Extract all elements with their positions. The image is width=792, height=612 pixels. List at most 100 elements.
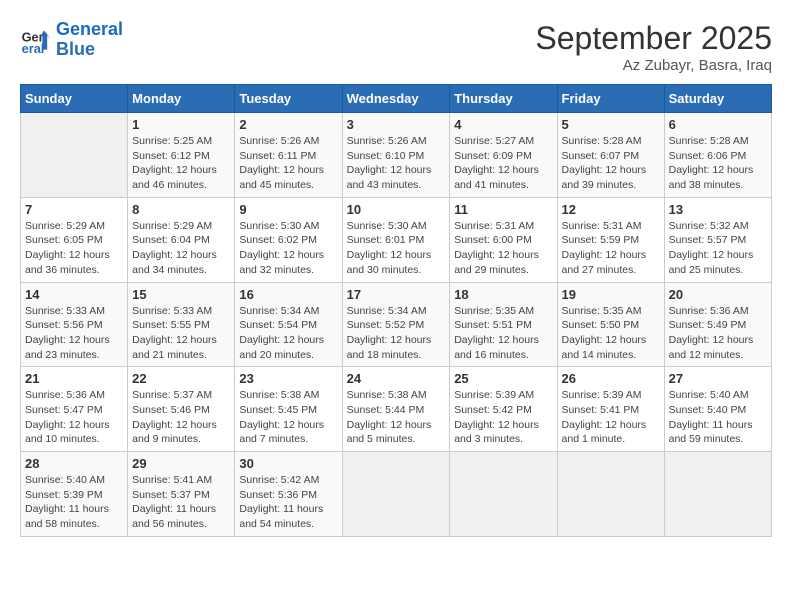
weekday-header-saturday: Saturday	[664, 85, 771, 113]
calendar-cell: 25 Sunrise: 5:39 AM Sunset: 5:42 PM Dayli…	[450, 367, 557, 452]
calendar-cell: 14 Sunrise: 5:33 AM Sunset: 5:56 PM Dayli…	[21, 282, 128, 367]
day-info: Sunrise: 5:34 AM Sunset: 5:54 PM Dayligh…	[239, 304, 337, 363]
day-number: 20	[669, 287, 767, 302]
day-number: 21	[25, 371, 123, 386]
week-row-2: 7Sunrise: 5:29 AM Sunset: 6:05 PM Daylig…	[21, 197, 772, 282]
calendar-cell: 16 Sunrise: 5:34 AM Sunset: 5:54 PM Dayli…	[235, 282, 342, 367]
day-number: 15	[132, 287, 230, 302]
calendar-cell: 27 Sunrise: 5:40 AM Sunset: 5:40 PM Dayli…	[664, 367, 771, 452]
day-number: 27	[669, 371, 767, 386]
calendar-cell: 21 Sunrise: 5:36 AM Sunset: 5:47 PM Dayli…	[21, 367, 128, 452]
day-info: Sunrise: 5:41 AM Sunset: 5:37 PM Dayligh…	[132, 473, 230, 532]
day-info: Sunrise: 5:39 AM Sunset: 5:42 PM Dayligh…	[454, 388, 552, 447]
day-number: 14	[25, 287, 123, 302]
day-number: 3	[347, 117, 446, 132]
calendar-cell: 22 Sunrise: 5:37 AM Sunset: 5:46 PM Dayli…	[128, 367, 235, 452]
day-info: Sunrise: 5:31 AM Sunset: 5:59 PM Dayligh…	[562, 219, 660, 278]
day-number: 13	[669, 202, 767, 217]
weekday-header-thursday: Thursday	[450, 85, 557, 113]
weekday-header-wednesday: Wednesday	[342, 85, 450, 113]
day-info: Sunrise: 5:29 AM Sunset: 6:05 PM Dayligh…	[25, 219, 123, 278]
day-info: Sunrise: 5:33 AM Sunset: 5:56 PM Dayligh…	[25, 304, 123, 363]
calendar-cell: 26 Sunrise: 5:39 AM Sunset: 5:41 PM Dayli…	[557, 367, 664, 452]
day-number: 8	[132, 202, 230, 217]
title-block: September 2025 Az Zubayr, Basra, Iraq	[535, 20, 772, 74]
day-info: Sunrise: 5:26 AM Sunset: 6:10 PM Dayligh…	[347, 134, 446, 193]
day-info: Sunrise: 5:36 AM Sunset: 5:47 PM Dayligh…	[25, 388, 123, 447]
day-info: Sunrise: 5:30 AM Sunset: 6:01 PM Dayligh…	[347, 219, 446, 278]
day-info: Sunrise: 5:30 AM Sunset: 6:02 PM Dayligh…	[239, 219, 337, 278]
day-number: 4	[454, 117, 552, 132]
calendar-cell	[664, 452, 771, 537]
calendar-cell: 2Sunrise: 5:26 AM Sunset: 6:11 PM Daylig…	[235, 113, 342, 198]
day-number: 25	[454, 371, 552, 386]
day-info: Sunrise: 5:28 AM Sunset: 6:07 PM Dayligh…	[562, 134, 660, 193]
calendar-cell: 5 Sunrise: 5:28 AM Sunset: 6:07 PM Daylig…	[557, 113, 664, 198]
day-number: 12	[562, 202, 660, 217]
calendar-cell: 19 Sunrise: 5:35 AM Sunset: 5:50 PM Dayli…	[557, 282, 664, 367]
weekday-header-tuesday: Tuesday	[235, 85, 342, 113]
calendar-cell: 28Sunrise: 5:40 AM Sunset: 5:39 PM Dayli…	[21, 452, 128, 537]
day-info: Sunrise: 5:42 AM Sunset: 5:36 PM Dayligh…	[239, 473, 337, 532]
day-number: 18	[454, 287, 552, 302]
day-number: 2	[239, 117, 337, 132]
day-number: 6	[669, 117, 767, 132]
week-row-3: 14 Sunrise: 5:33 AM Sunset: 5:56 PM Dayli…	[21, 282, 772, 367]
calendar-cell: 10 Sunrise: 5:30 AM Sunset: 6:01 PM Dayli…	[342, 197, 450, 282]
logo-text: GeneralBlue	[56, 20, 123, 60]
weekday-header-sunday: Sunday	[21, 85, 128, 113]
calendar-cell: 18 Sunrise: 5:35 AM Sunset: 5:51 PM Dayli…	[450, 282, 557, 367]
calendar-cell: 20 Sunrise: 5:36 AM Sunset: 5:49 PM Dayli…	[664, 282, 771, 367]
calendar-cell: 11Sunrise: 5:31 AM Sunset: 6:00 PM Dayli…	[450, 197, 557, 282]
day-number: 26	[562, 371, 660, 386]
calendar-cell: 4 Sunrise: 5:27 AM Sunset: 6:09 PM Daylig…	[450, 113, 557, 198]
page-header: Gen eral GeneralBlue September 2025 Az Z…	[20, 20, 772, 74]
day-number: 28	[25, 456, 123, 471]
week-row-4: 21 Sunrise: 5:36 AM Sunset: 5:47 PM Dayli…	[21, 367, 772, 452]
calendar-table: SundayMondayTuesdayWednesdayThursdayFrid…	[20, 84, 772, 537]
week-row-5: 28Sunrise: 5:40 AM Sunset: 5:39 PM Dayli…	[21, 452, 772, 537]
weekday-header-monday: Monday	[128, 85, 235, 113]
day-info: Sunrise: 5:27 AM Sunset: 6:09 PM Dayligh…	[454, 134, 552, 193]
day-number: 11	[454, 202, 552, 217]
calendar-cell: 12 Sunrise: 5:31 AM Sunset: 5:59 PM Dayli…	[557, 197, 664, 282]
day-info: Sunrise: 5:32 AM Sunset: 5:57 PM Dayligh…	[669, 219, 767, 278]
day-number: 23	[239, 371, 337, 386]
day-number: 19	[562, 287, 660, 302]
calendar-cell: 1Sunrise: 5:25 AM Sunset: 6:12 PM Daylig…	[128, 113, 235, 198]
day-info: Sunrise: 5:39 AM Sunset: 5:41 PM Dayligh…	[562, 388, 660, 447]
day-info: Sunrise: 5:40 AM Sunset: 5:40 PM Dayligh…	[669, 388, 767, 447]
day-number: 30	[239, 456, 337, 471]
weekday-header-friday: Friday	[557, 85, 664, 113]
day-number: 22	[132, 371, 230, 386]
calendar-cell: 15 Sunrise: 5:33 AM Sunset: 5:55 PM Dayli…	[128, 282, 235, 367]
day-info: Sunrise: 5:38 AM Sunset: 5:44 PM Dayligh…	[347, 388, 446, 447]
month-title: September 2025	[535, 20, 772, 57]
calendar-cell	[557, 452, 664, 537]
calendar-cell: 3 Sunrise: 5:26 AM Sunset: 6:10 PM Daylig…	[342, 113, 450, 198]
weekday-header-row: SundayMondayTuesdayWednesdayThursdayFrid…	[21, 85, 772, 113]
day-info: Sunrise: 5:25 AM Sunset: 6:12 PM Dayligh…	[132, 134, 230, 193]
day-number: 17	[347, 287, 446, 302]
day-info: Sunrise: 5:34 AM Sunset: 5:52 PM Dayligh…	[347, 304, 446, 363]
day-number: 29	[132, 456, 230, 471]
day-info: Sunrise: 5:29 AM Sunset: 6:04 PM Dayligh…	[132, 219, 230, 278]
day-number: 5	[562, 117, 660, 132]
calendar-cell: 23 Sunrise: 5:38 AM Sunset: 5:45 PM Dayli…	[235, 367, 342, 452]
calendar-cell: 17 Sunrise: 5:34 AM Sunset: 5:52 PM Dayli…	[342, 282, 450, 367]
calendar-cell	[21, 113, 128, 198]
day-info: Sunrise: 5:35 AM Sunset: 5:50 PM Dayligh…	[562, 304, 660, 363]
calendar-cell: 6Sunrise: 5:28 AM Sunset: 6:06 PM Daylig…	[664, 113, 771, 198]
day-number: 24	[347, 371, 446, 386]
calendar-cell: 9 Sunrise: 5:30 AM Sunset: 6:02 PM Daylig…	[235, 197, 342, 282]
day-info: Sunrise: 5:33 AM Sunset: 5:55 PM Dayligh…	[132, 304, 230, 363]
day-info: Sunrise: 5:35 AM Sunset: 5:51 PM Dayligh…	[454, 304, 552, 363]
day-info: Sunrise: 5:38 AM Sunset: 5:45 PM Dayligh…	[239, 388, 337, 447]
day-info: Sunrise: 5:36 AM Sunset: 5:49 PM Dayligh…	[669, 304, 767, 363]
day-info: Sunrise: 5:37 AM Sunset: 5:46 PM Dayligh…	[132, 388, 230, 447]
logo: Gen eral GeneralBlue	[20, 20, 123, 60]
day-number: 16	[239, 287, 337, 302]
day-number: 10	[347, 202, 446, 217]
logo-icon: Gen eral	[20, 24, 52, 56]
day-number: 9	[239, 202, 337, 217]
